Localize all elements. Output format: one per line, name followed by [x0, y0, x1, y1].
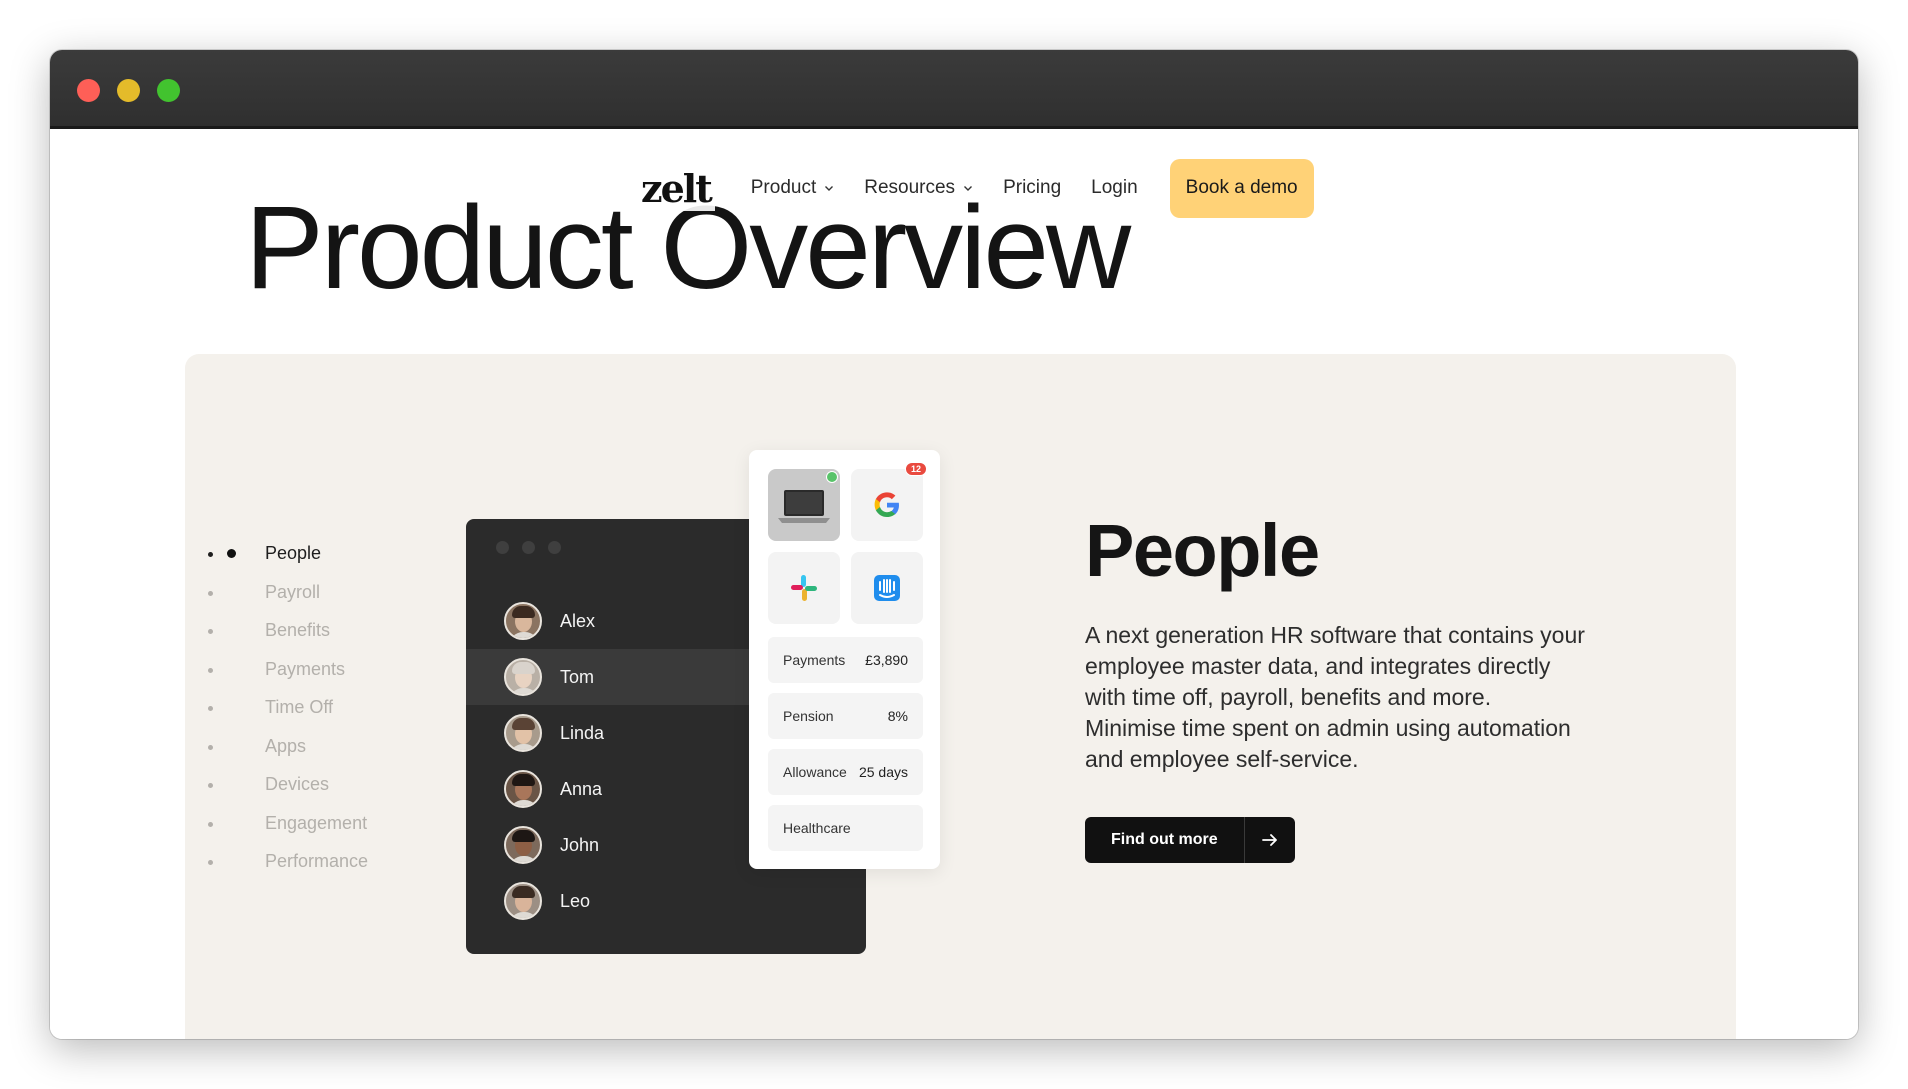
avatar — [504, 714, 542, 752]
person-name: Anna — [560, 778, 603, 799]
info-row-label: Pension — [783, 708, 834, 724]
apps-summary-card: 12 Payments £3,890 Pension 8% Allowance … — [749, 450, 940, 869]
minimize-window-button[interactable] — [117, 79, 140, 102]
person-name: Alex — [560, 610, 596, 631]
find-out-more-button[interactable]: Find out more — [1085, 817, 1295, 863]
chevron-down-icon — [964, 186, 973, 191]
info-row-pension: Pension 8% — [768, 693, 923, 739]
sidenav-item-performance[interactable]: Performance — [225, 842, 368, 881]
section-title: People — [1085, 509, 1320, 592]
info-row-payments: Payments £3,890 — [768, 637, 923, 683]
zelt-logo[interactable]: zelt — [637, 165, 715, 211]
card-window-dots — [496, 541, 561, 554]
book-demo-button[interactable]: Book a demo — [1169, 158, 1314, 218]
sidenav-item-devices[interactable]: Devices — [225, 765, 368, 804]
nav-resources[interactable]: Resources — [864, 177, 974, 199]
sidenav-item-payments[interactable]: Payments — [225, 650, 368, 689]
section-content: People A next generation HR software tha… — [1085, 514, 1605, 863]
find-out-more-label: Find out more — [1085, 817, 1245, 863]
person-row: Leo — [466, 873, 866, 929]
page-content: Product Overview zelt Product Resources … — [50, 129, 1858, 1039]
google-icon — [874, 492, 899, 517]
section-description: A next generation HR software that conta… — [1085, 622, 1585, 772]
info-row-label: Payments — [783, 652, 846, 668]
sidenav-item-benefits[interactable]: Benefits — [225, 611, 368, 650]
info-row-allowance: Allowance 25 days — [768, 749, 923, 795]
info-row-value: 8% — [887, 708, 908, 724]
info-row-label: Healthcare — [783, 820, 851, 836]
intercom-icon — [874, 575, 900, 601]
top-nav: zelt Product Resources Pricing Login Boo… — [637, 158, 1314, 218]
sidenav-item-apps[interactable]: Apps — [225, 727, 368, 766]
nav-product[interactable]: Product — [750, 177, 835, 199]
slack-tile — [768, 552, 840, 624]
laptop-icon — [778, 490, 830, 523]
sidenav-item-engagement[interactable]: Engagement — [225, 804, 368, 843]
avatar — [504, 826, 542, 864]
person-name: Leo — [560, 890, 591, 911]
maximize-window-button[interactable] — [157, 79, 180, 102]
chevron-down-icon — [825, 186, 834, 191]
intercom-tile — [851, 552, 923, 624]
product-sidenav: People Payroll Benefits Payments Time Of… — [225, 534, 368, 881]
sidenav-item-payroll[interactable]: Payroll — [225, 573, 368, 612]
avatar — [504, 658, 542, 696]
person-name: John — [560, 834, 600, 855]
nav-pricing[interactable]: Pricing — [1003, 177, 1062, 199]
google-tile: 12 — [851, 462, 927, 541]
browser-window: Product Overview zelt Product Resources … — [50, 50, 1858, 1039]
nav-resources-label: Resources — [864, 177, 956, 198]
window-titlebar — [50, 50, 1858, 129]
nav-login[interactable]: Login — [1091, 177, 1138, 199]
laptop-tile — [768, 469, 840, 541]
slack-icon — [791, 575, 817, 601]
notification-badge: 12 — [904, 462, 927, 476]
info-row-value: £3,890 — [865, 652, 908, 668]
nav-product-label: Product — [750, 177, 817, 198]
person-name: Linda — [560, 722, 605, 743]
person-name: Tom — [560, 666, 595, 687]
sidenav-item-time-off[interactable]: Time Off — [225, 688, 368, 727]
info-row-healthcare: Healthcare — [768, 805, 923, 851]
info-row-label: Allowance — [783, 764, 847, 780]
avatar — [504, 882, 542, 920]
info-row-value: 25 days — [858, 764, 908, 780]
sidenav-item-people[interactable]: People — [225, 534, 368, 573]
close-window-button[interactable] — [77, 79, 100, 102]
avatar — [504, 602, 542, 640]
avatar — [504, 770, 542, 808]
arrow-right-icon — [1245, 817, 1295, 863]
product-panel: People Payroll Benefits Payments Time Of… — [185, 354, 1736, 1039]
check-icon — [826, 471, 838, 483]
